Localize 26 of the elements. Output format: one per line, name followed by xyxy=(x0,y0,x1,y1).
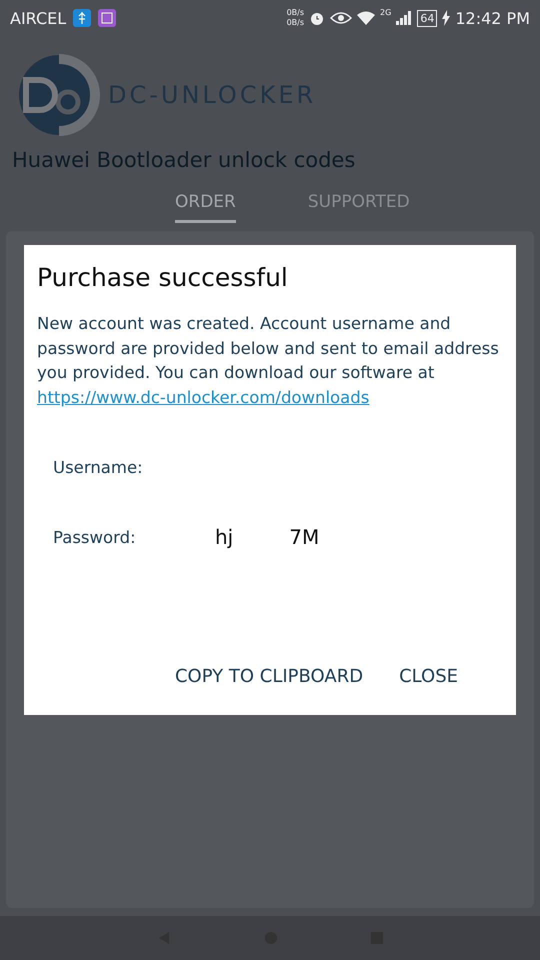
tab[interactable]: ORDER xyxy=(175,186,236,223)
usb-icon xyxy=(73,9,92,27)
signal-icon xyxy=(396,11,412,25)
dialog-button[interactable]: COPY TO CLIPBOARD xyxy=(174,662,364,691)
upload-speed: 0B/s xyxy=(286,8,304,18)
dialog-title: Purchase successful xyxy=(37,263,289,292)
wifi-icon xyxy=(357,11,376,25)
app-notification-icon xyxy=(98,9,116,27)
network-type: 2G xyxy=(380,8,392,17)
dialog-message: New account was created. Account username and password are provided below and sent to email address you provided. You can download our software at https://www.dc-unlocker.com/downloads xyxy=(37,313,500,408)
download-link[interactable]: https://www.dc-unlocker.com/downloads xyxy=(37,388,370,406)
carrier-name: AIRCEL xyxy=(10,8,66,28)
battery-level: 64 xyxy=(417,10,438,26)
password-value: hj xyxy=(215,525,234,549)
charging-icon xyxy=(442,10,450,26)
dialog-button[interactable]: CLOSE xyxy=(399,662,458,691)
download-speed: 0B/s xyxy=(286,18,304,28)
password-value: 7M xyxy=(289,525,320,549)
logo-icon xyxy=(18,54,100,136)
clock: 12:42 PM xyxy=(455,8,530,28)
alarm-icon xyxy=(309,10,326,26)
app-title: Huawei Bootloader unlock codes xyxy=(11,147,356,172)
field-label: Password: xyxy=(53,528,137,546)
field-label: Username: xyxy=(53,458,144,476)
tab[interactable]: SUPPORTED xyxy=(308,186,410,223)
eye-icon xyxy=(330,10,352,26)
